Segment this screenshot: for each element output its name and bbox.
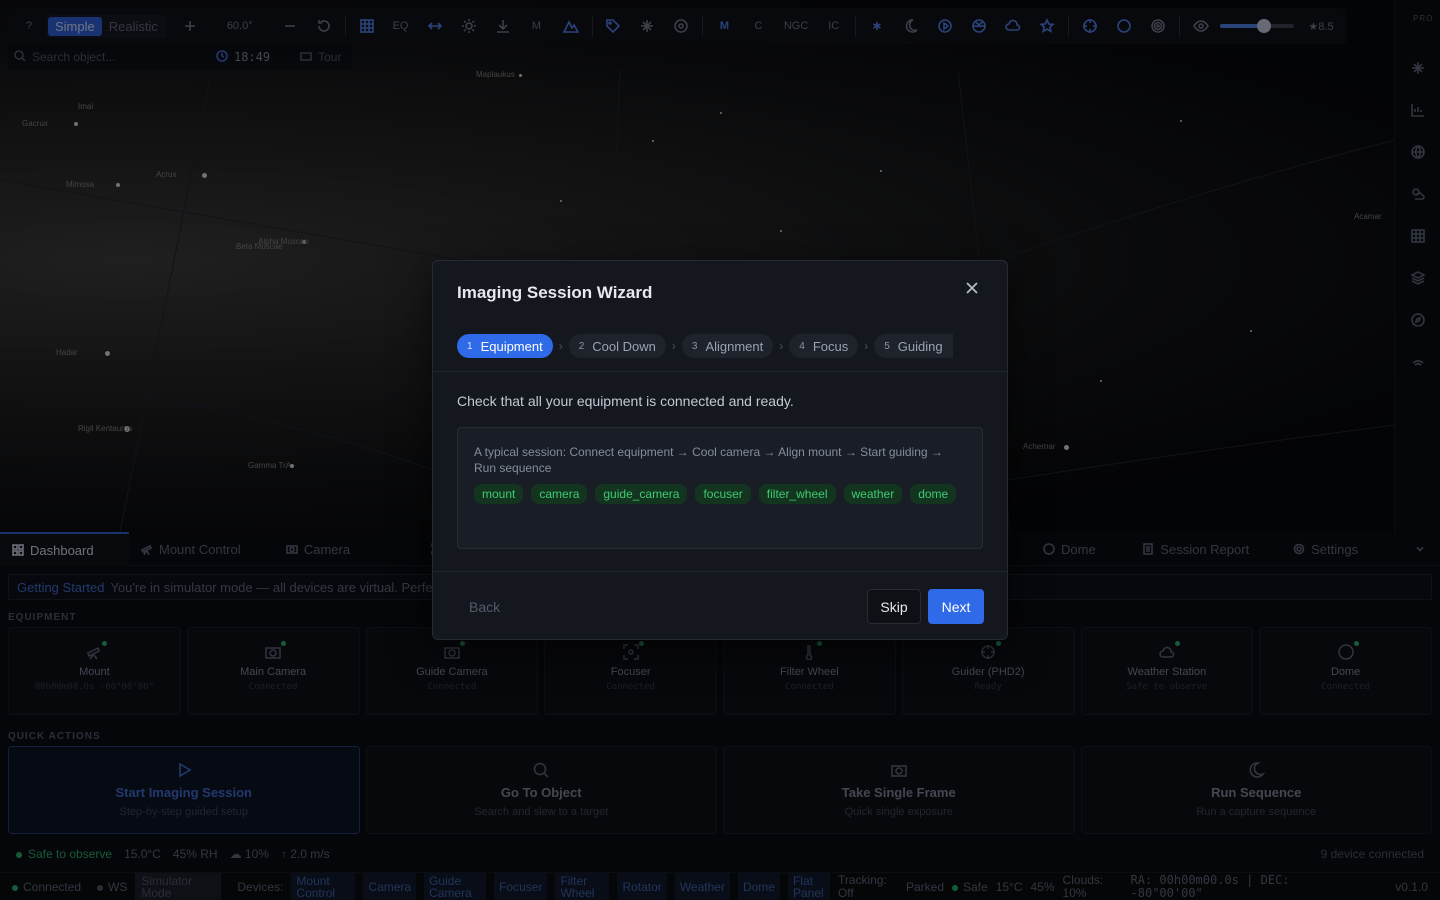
equipment-info-box: A typical session: Connect equipment → C… [457,427,983,549]
step-label: Focus [812,338,849,354]
step-label: Cool Down [592,338,656,354]
step-equipment[interactable]: 1 Equipment [457,334,553,358]
step-cool-down[interactable]: 2 Cool Down [568,334,666,358]
chevron-right-icon: › [864,339,869,353]
imaging-session-wizard: Imaging Session Wizard 1 Equipment › 2 Coo… [432,260,1008,640]
step-alignment[interactable]: 3 Alignment [681,334,774,358]
step-number: 3 [691,340,698,352]
step-label: Guiding [897,338,943,354]
step-number: 4 [799,340,805,352]
step-description: Check that all your equipment is connect… [457,393,794,409]
equipment-tag: focuser [695,484,751,504]
close-button[interactable] [965,281,983,299]
equipment-tag: filter_wheel [758,484,836,504]
equipment-tag: guide_camera [595,484,688,504]
chevron-right-icon: › [671,339,676,353]
step-label: Equipment [480,338,543,354]
skip-button[interactable]: Skip [867,589,921,624]
step-label: Alignment [705,338,764,354]
wizard-steps: 1 Equipment › 2 Cool Down › 3 Alignment › 4… [457,334,953,358]
divider [433,371,1007,372]
back-button[interactable]: Back [457,589,513,624]
equipment-tags: mount camera guide_camera focuser filter… [474,484,966,504]
equipment-tag: mount [474,484,524,504]
step-guiding[interactable]: 5 Guiding [874,334,953,358]
divider [433,571,1007,572]
step-number: 1 [467,340,473,352]
equipment-tag: weather [843,484,903,504]
step-number: 5 [884,340,890,352]
chevron-right-icon: › [558,339,563,353]
close-icon [966,282,978,294]
step-focus[interactable]: 4 Focus [789,334,859,358]
next-button[interactable]: Next [928,589,984,624]
equipment-tag: dome [910,484,957,504]
session-flow-text: A typical session: Connect equipment → C… [474,445,943,475]
wizard-title: Imaging Session Wizard [457,283,653,302]
equipment-tag: camera [531,484,588,504]
chevron-right-icon: › [779,339,784,353]
step-number: 2 [578,340,585,352]
